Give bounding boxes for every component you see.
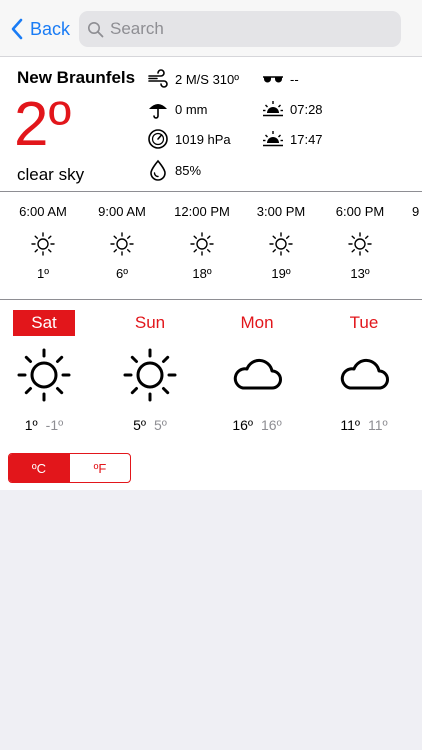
navigation-bar: Back <box>0 0 422 57</box>
wind-value: 2 M/S 310º <box>175 71 240 87</box>
sun-icon <box>31 232 55 256</box>
hourly-time: 9:00 AM <box>98 204 146 219</box>
sunrise-stat: 07:28 <box>262 98 323 120</box>
chevron-left-icon <box>11 18 23 40</box>
pressure-value: 1019 hPa <box>175 131 231 147</box>
day-high: 16º <box>232 417 253 433</box>
sun-icon <box>17 348 71 402</box>
day-low: 11º <box>368 417 388 433</box>
unit-segmented-control: ºC ºF <box>8 453 131 483</box>
hourly-time: 6:00 AM <box>19 204 67 219</box>
precipitation-stat: 0 mm <box>147 98 208 120</box>
pressure-stat: 1019 hPa <box>147 128 231 150</box>
visibility-stat: -- <box>262 68 299 90</box>
fahrenheit-segment[interactable]: ºF <box>69 454 130 482</box>
celsius-segment[interactable]: ºC <box>9 454 69 482</box>
hourly-temp: 13º <box>350 266 370 281</box>
current-temperature: 2º <box>14 90 72 159</box>
sunset-value: 17:47 <box>290 131 323 147</box>
day-name: Mon <box>240 313 274 332</box>
sun-icon <box>348 232 372 256</box>
search-input[interactable] <box>110 19 390 39</box>
day-name: Sun <box>134 313 166 332</box>
wind-icon <box>148 69 168 88</box>
day-low: 5º <box>154 417 167 433</box>
sunrise-value: 07:28 <box>290 101 323 117</box>
hourly-temp: 6º <box>116 266 128 281</box>
hourly-forecast[interactable]: 6:00 AM 1º 9:00 AM 6º 12:00 PM 18º 3:00 … <box>0 192 422 299</box>
day-temps: 11º 11º <box>326 417 402 433</box>
hourly-item: 12:00 PM 18º <box>162 192 242 281</box>
precipitation-value: 0 mm <box>175 101 208 117</box>
hourly-temp: 1º <box>37 266 49 281</box>
humidity-stat: 85% <box>147 159 201 181</box>
search-icon <box>88 21 104 37</box>
hourly-item: 6:00 PM 13º <box>320 192 400 281</box>
hourly-time: 3:00 PM <box>256 204 306 219</box>
weather-condition: clear sky <box>17 165 85 184</box>
hourly-time: 12:00 PM <box>174 204 230 219</box>
hourly-time: 6:00 PM <box>335 204 385 219</box>
hourly-item: 3:00 PM 19º <box>241 192 321 281</box>
weather-card: New Braunfels 2º clear sky 2 M/S 310º 0 … <box>0 57 422 490</box>
section-divider <box>0 299 422 300</box>
day-temps: 5º 5º <box>112 417 188 433</box>
hourly-temp: 19º <box>271 266 291 281</box>
visibility-value: -- <box>290 71 299 87</box>
cloud-icon <box>340 358 389 390</box>
back-button[interactable]: Back <box>10 15 70 43</box>
hourly-item: 9:00 AM 6º <box>82 192 162 281</box>
search-bar[interactable] <box>79 11 401 47</box>
sunset-icon <box>263 131 283 147</box>
sunglasses-icon <box>263 76 283 83</box>
hourly-item: 6:00 AM 1º <box>3 192 83 281</box>
daily-item-tue[interactable]: Tue 11º 11º <box>326 310 402 433</box>
day-high: 11º <box>340 417 360 433</box>
cloud-icon <box>233 358 282 390</box>
daily-item-sun[interactable]: Sun 5º 5º <box>112 310 188 433</box>
day-low: -1º <box>45 417 64 433</box>
wind-stat: 2 M/S 310º <box>147 68 239 90</box>
umbrella-icon <box>149 104 167 119</box>
day-high: 1º <box>24 417 38 433</box>
sun-icon <box>110 232 134 256</box>
day-name: Tue <box>349 313 379 332</box>
sun-icon <box>269 232 293 256</box>
day-name: Sat <box>13 310 75 336</box>
sun-icon <box>190 232 214 256</box>
city-name: New Braunfels <box>17 68 136 87</box>
sunset-stat: 17:47 <box>262 128 323 150</box>
droplet-icon <box>150 159 166 181</box>
daily-item-mon[interactable]: Mon 16º 16º <box>219 310 295 433</box>
sunrise-icon <box>263 101 283 117</box>
day-high: 5º <box>133 417 146 433</box>
pressure-gauge-icon <box>148 129 168 149</box>
day-low: 16º <box>261 417 282 433</box>
back-label: Back <box>30 18 71 39</box>
day-temps: 16º 16º <box>219 417 295 433</box>
humidity-value: 85% <box>175 162 202 178</box>
daily-item-sat[interactable]: Sat 1º -1º <box>6 310 82 433</box>
day-temps: 1º -1º <box>6 417 82 433</box>
hourly-time: 9 <box>412 204 420 219</box>
hourly-temp: 18º <box>192 266 212 281</box>
sun-icon <box>123 348 177 402</box>
hourly-item: 9 <box>412 192 422 219</box>
